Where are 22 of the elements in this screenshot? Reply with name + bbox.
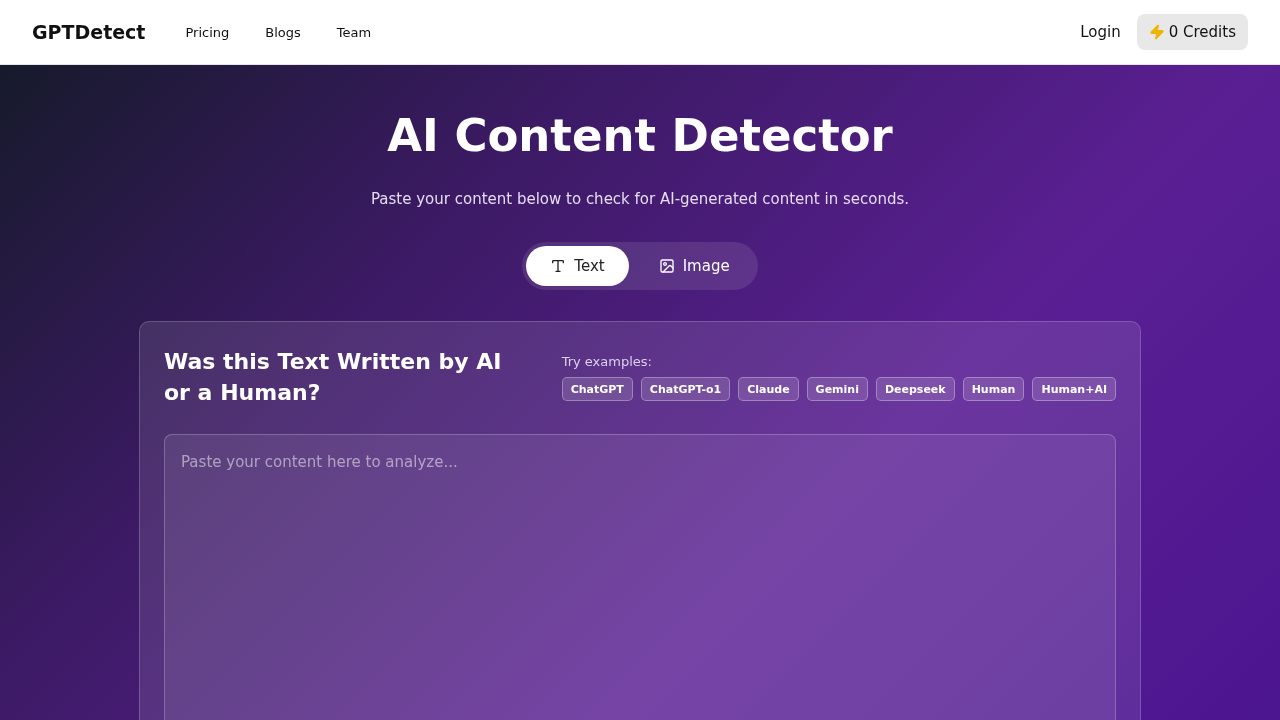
- text-type-icon: [550, 258, 567, 274]
- credits-button[interactable]: 0 Credits: [1136, 14, 1248, 50]
- nav-link[interactable]: Pricing: [185, 24, 230, 40]
- example-chip[interactable]: Deepseek: [875, 377, 955, 401]
- picture-icon: [658, 258, 675, 274]
- example-chip[interactable]: ChatGPT-o1: [640, 377, 731, 401]
- example-chip[interactable]: Human+AI: [1032, 377, 1116, 401]
- logo: GPTDetect: [32, 21, 146, 43]
- nav-link[interactable]: Team: [336, 24, 372, 40]
- lightning-icon: [1148, 24, 1165, 40]
- page-title: AI Content Detector: [387, 109, 893, 162]
- login-link[interactable]: Login: [1080, 23, 1121, 41]
- subtitle: Paste your content below to check for AI-generated content in seconds.: [370, 190, 909, 208]
- example-chip[interactable]: Human: [962, 377, 1025, 401]
- example-chip[interactable]: ChatGPT: [561, 377, 633, 401]
- mode-tab[interactable]: Image: [634, 246, 754, 286]
- mode-tab[interactable]: Text: [526, 246, 629, 286]
- example-chip[interactable]: Claude: [738, 377, 799, 401]
- nav-link[interactable]: Blogs: [265, 24, 301, 40]
- examples-label: Try examples:: [561, 354, 653, 369]
- card-heading: Was this Text Written by AI or a Human?: [164, 348, 503, 407]
- example-chip[interactable]: Gemini: [806, 377, 868, 401]
